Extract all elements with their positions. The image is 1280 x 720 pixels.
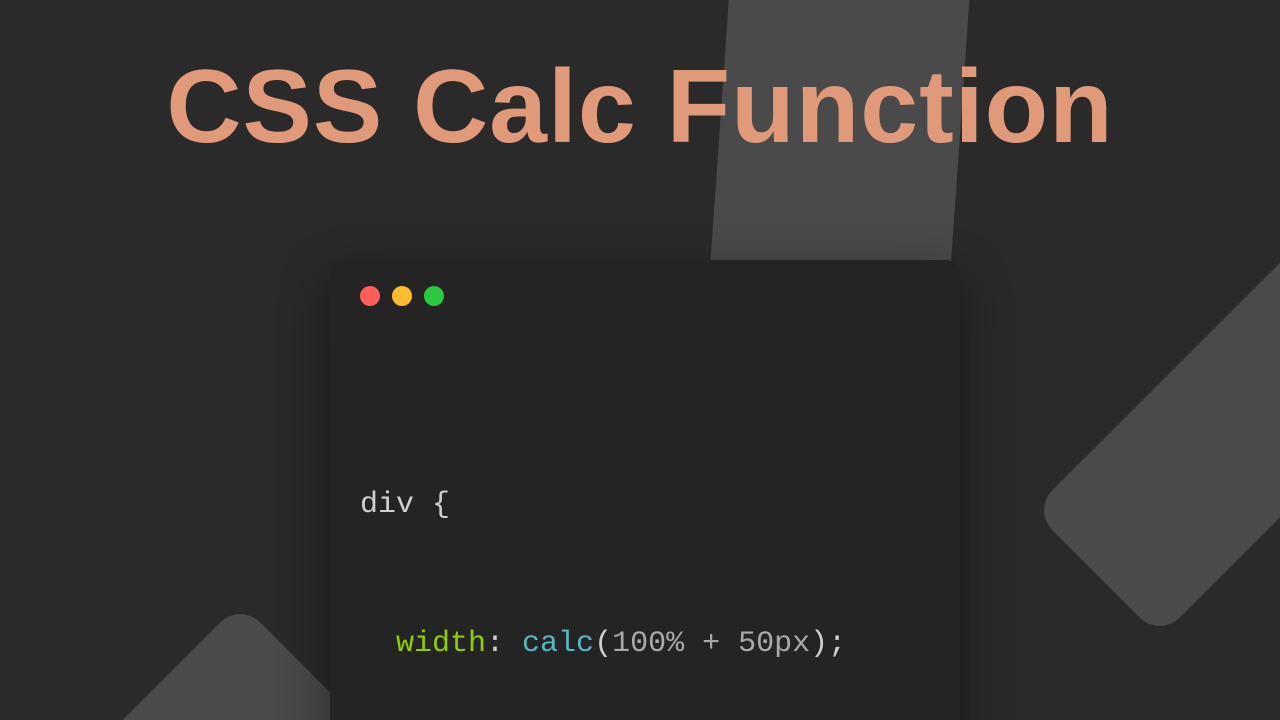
code-line: width: calc(100% + 50px); [360, 621, 930, 668]
paren-close: ); [810, 627, 846, 661]
close-icon [360, 286, 380, 306]
code-block: div { width: calc(100% + 50px); } div { … [360, 342, 930, 720]
page-title: CSS Calc Function [0, 48, 1280, 167]
window-traffic-lights [360, 286, 930, 306]
colon: : [486, 627, 522, 661]
selector: div [360, 488, 414, 522]
code-window: div { width: calc(100% + 50px); } div { … [330, 260, 960, 720]
bg-shape-bottom-left [0, 603, 367, 720]
minimize-icon [392, 286, 412, 306]
brace-open: { [414, 488, 450, 522]
maximize-icon [424, 286, 444, 306]
expression: 100% + 50px [612, 627, 810, 661]
paren-open: ( [594, 627, 612, 661]
code-line: div { [360, 482, 930, 529]
function: calc [522, 627, 594, 661]
property: width [396, 627, 486, 661]
bg-shape-right [1033, 143, 1280, 638]
